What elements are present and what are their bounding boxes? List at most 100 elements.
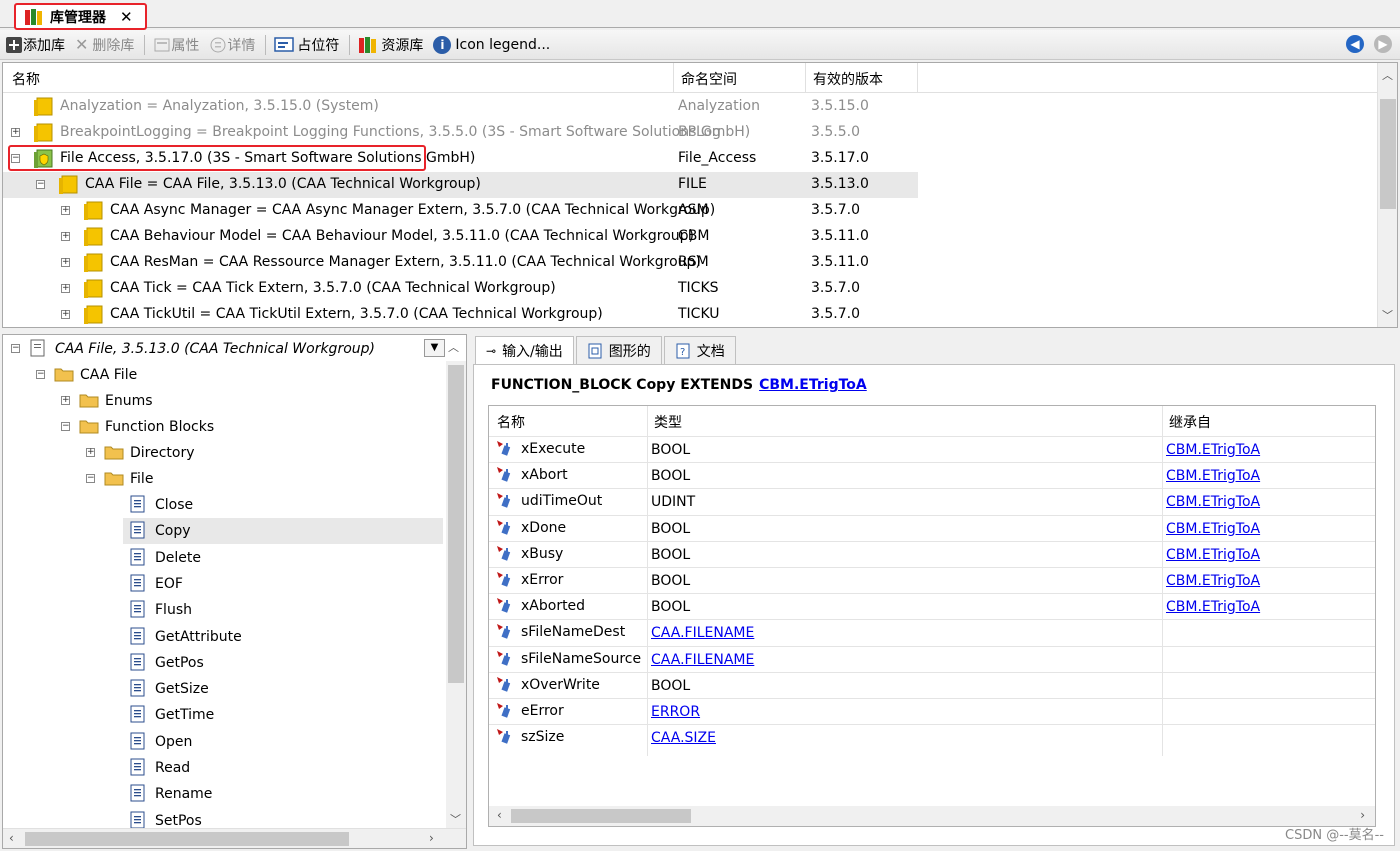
- library-row[interactable]: + CAA ResMan = CAA Ressource Manager Ext…: [3, 250, 1378, 276]
- tree-horizontal-scrollbar[interactable]: ‹ ›: [3, 828, 466, 848]
- variable-row[interactable]: sFileNameSource CAA.FILENAME: [489, 645, 1375, 672]
- scrollbar-thumb[interactable]: [448, 365, 464, 683]
- tab-library-manager[interactable]: 库管理器 ✕: [14, 3, 147, 30]
- expand-icon[interactable]: +: [61, 258, 70, 267]
- variable-row[interactable]: xExecute BOOL CBM.ETrigToA: [489, 436, 1375, 462]
- tab-inputs-outputs[interactable]: ⊸ 输入/输出: [475, 336, 574, 364]
- tree-item-open[interactable]: Open: [3, 729, 443, 755]
- tree-item-flush[interactable]: Flush: [3, 597, 443, 623]
- tree-node-file[interactable]: − File: [3, 466, 443, 492]
- collapse-icon[interactable]: −: [11, 344, 20, 353]
- chevron-down-icon[interactable]: ▼: [424, 339, 445, 357]
- variable-inherited-link[interactable]: CBM.ETrigToA: [1166, 599, 1260, 615]
- library-row[interactable]: + CAA Async Manager = CAA Async Manager …: [3, 198, 1378, 224]
- placeholder-button[interactable]: 占位符: [274, 33, 339, 57]
- variable-row[interactable]: udiTimeOut UDINT CBM.ETrigToA: [489, 488, 1375, 514]
- scroll-right-icon[interactable]: ›: [1360, 808, 1365, 822]
- variable-row[interactable]: xAbort BOOL CBM.ETrigToA: [489, 462, 1375, 488]
- scroll-down-icon[interactable]: ﹀: [1382, 307, 1393, 323]
- library-row-selected[interactable]: − CAA File = CAA File, 3.5.13.0 (CAA Tec…: [3, 172, 918, 198]
- variable-type[interactable]: ERROR: [651, 704, 700, 720]
- collapse-icon[interactable]: −: [61, 422, 70, 431]
- variable-row[interactable]: xAborted BOOL CBM.ETrigToA: [489, 593, 1375, 619]
- expand-icon[interactable]: +: [61, 284, 70, 293]
- variable-inherited-link[interactable]: CBM.ETrigToA: [1166, 468, 1260, 484]
- tree-item-copy[interactable]: Copy: [123, 518, 443, 545]
- variable-row[interactable]: xError BOOL CBM.ETrigToA: [489, 567, 1375, 593]
- expand-icon[interactable]: +: [61, 232, 70, 241]
- variable-inherited-link[interactable]: CBM.ETrigToA: [1166, 442, 1260, 458]
- column-header-inherited[interactable]: 继承自: [1169, 412, 1211, 432]
- variable-row[interactable]: sFileNameDest CAA.FILENAME: [489, 619, 1375, 645]
- scroll-up-icon[interactable]: ︿: [1382, 67, 1393, 83]
- column-header-type[interactable]: 类型: [654, 412, 682, 432]
- repository-button[interactable]: 资源库: [358, 33, 423, 57]
- variable-row[interactable]: xDone BOOL CBM.ETrigToA: [489, 514, 1375, 541]
- scroll-left-icon[interactable]: ‹: [497, 808, 502, 822]
- expand-icon[interactable]: +: [61, 396, 70, 405]
- variable-inherited-link[interactable]: CBM.ETrigToA: [1166, 494, 1260, 510]
- tree-item-delete[interactable]: Delete: [3, 545, 443, 571]
- variable-type[interactable]: CAA.FILENAME: [651, 625, 754, 641]
- scroll-right-icon[interactable]: ›: [429, 831, 434, 845]
- tree-scrollbar[interactable]: ﹀: [446, 361, 466, 829]
- column-header-version[interactable]: 有效的版本: [813, 69, 883, 89]
- table-horizontal-scrollbar[interactable]: ‹ ›: [489, 806, 1375, 826]
- delete-library-button[interactable]: ✕ 删除库: [75, 33, 134, 57]
- collapse-icon[interactable]: −: [36, 370, 45, 379]
- tree-item-eof[interactable]: EOF: [3, 571, 443, 597]
- scrollbar-thumb[interactable]: [25, 832, 349, 846]
- variable-inherited-link[interactable]: CBM.ETrigToA: [1166, 521, 1260, 537]
- back-icon[interactable]: ◀: [1346, 35, 1364, 53]
- fb-extends-link[interactable]: CBM.ETrigToA: [759, 377, 867, 393]
- library-row[interactable]: + BreakpointLogging = Breakpoint Logging…: [3, 120, 1378, 146]
- details-button[interactable]: 详情: [209, 33, 255, 57]
- library-row[interactable]: Analyzation = Analyzation, 3.5.15.0 (Sys…: [3, 94, 1378, 120]
- tree-item-rename[interactable]: Rename: [3, 781, 443, 807]
- add-library-button[interactable]: 添加库: [5, 33, 65, 57]
- variable-row[interactable]: xOverWrite BOOL: [489, 671, 1375, 698]
- scrollbar-thumb[interactable]: [1380, 99, 1396, 209]
- expand-icon[interactable]: +: [86, 448, 95, 457]
- tree-item-read[interactable]: Read: [3, 755, 443, 781]
- library-row[interactable]: + CAA Behaviour Model = CAA Behaviour Mo…: [3, 224, 1378, 250]
- scroll-up-icon[interactable]: ︿: [448, 339, 459, 355]
- expand-icon[interactable]: +: [11, 128, 20, 137]
- tree-item-gettime[interactable]: GetTime: [3, 702, 443, 728]
- library-row[interactable]: + CAA Tick = CAA Tick Extern, 3.5.7.0 (C…: [3, 276, 1378, 302]
- tree-root[interactable]: − CAA File, 3.5.13.0 (CAA Technical Work…: [3, 336, 423, 362]
- variable-type[interactable]: CAA.FILENAME: [651, 652, 754, 668]
- tree-item-getpos[interactable]: GetPos: [3, 650, 443, 676]
- library-row[interactable]: + CAA TickUtil = CAA TickUtil Extern, 3.…: [3, 302, 1378, 327]
- tab-graphical[interactable]: 图形的: [575, 336, 662, 364]
- variable-row[interactable]: eError ERROR: [489, 698, 1375, 724]
- tree-node-caa-file[interactable]: − CAA File: [3, 362, 443, 388]
- column-header-name[interactable]: 名称: [12, 69, 40, 89]
- library-list-scrollbar[interactable]: ︿ ﹀: [1377, 63, 1397, 327]
- column-header-namespace[interactable]: 命名空间: [681, 69, 737, 89]
- column-header-name[interactable]: 名称: [497, 412, 525, 432]
- variable-type[interactable]: CAA.SIZE: [651, 730, 716, 746]
- forward-icon[interactable]: ▶: [1374, 35, 1392, 53]
- close-icon[interactable]: ✕: [120, 8, 133, 26]
- tree-node-function-blocks[interactable]: − Function Blocks: [3, 414, 443, 440]
- variable-row[interactable]: xBusy BOOL CBM.ETrigToA: [489, 540, 1375, 567]
- tree-item-getsize[interactable]: GetSize: [3, 676, 443, 702]
- expand-icon[interactable]: +: [61, 206, 70, 215]
- expand-icon[interactable]: +: [61, 310, 70, 319]
- icon-legend-button[interactable]: i Icon legend...: [433, 33, 550, 57]
- scroll-left-icon[interactable]: ‹: [9, 831, 14, 845]
- collapse-icon[interactable]: −: [36, 180, 45, 189]
- tree-item-close[interactable]: Close: [3, 492, 443, 518]
- tab-documentation[interactable]: ? 文档: [663, 336, 736, 364]
- tree-node-directory[interactable]: + Directory: [3, 440, 443, 466]
- variable-inherited-link[interactable]: CBM.ETrigToA: [1166, 573, 1260, 589]
- properties-button[interactable]: 属性: [153, 33, 199, 57]
- variable-inherited-link[interactable]: CBM.ETrigToA: [1166, 547, 1260, 563]
- collapse-icon[interactable]: −: [86, 474, 95, 483]
- scroll-down-icon[interactable]: ﹀: [450, 811, 461, 827]
- tree-node-enums[interactable]: + Enums: [3, 388, 443, 414]
- tree-item-getattribute[interactable]: GetAttribute: [3, 624, 443, 650]
- scrollbar-thumb[interactable]: [511, 809, 691, 823]
- variable-row[interactable]: szSize CAA.SIZE: [489, 724, 1375, 750]
